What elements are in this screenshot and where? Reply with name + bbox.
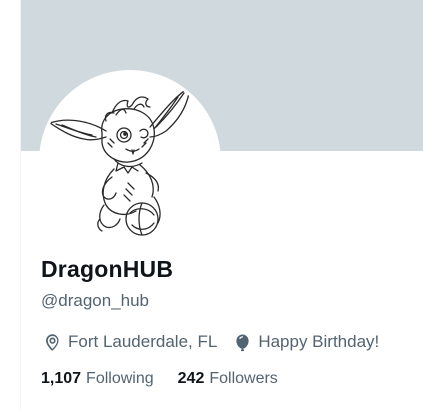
followers-count: 242 [177,370,205,387]
following-link[interactable]: 1,107 Following [41,370,154,388]
location-text: Fort Lauderdale, FL [68,332,218,351]
birthday-text: Happy Birthday! [258,332,380,351]
map-pin-icon [42,332,68,353]
profile-stats-row: 1,107 Following 242 Followers [41,370,278,388]
following-count: 1,107 [41,370,82,387]
dragon-sketch-avatar-image [49,86,191,236]
followers-label: Followers [209,370,278,387]
followers-link[interactable]: 242 Followers [178,370,278,388]
profile-handle: @dragon_hub [41,291,150,310]
balloon-icon [232,332,258,353]
profile-display-name: DragonHUB [41,256,174,282]
following-label: Following [86,370,154,387]
profile-birthday: Happy Birthday! [232,332,379,353]
profile-avatar[interactable] [42,73,218,249]
profile-meta-row: Fort Lauderdale, FL Happy Birthday! [42,330,379,354]
profile-location: Fort Lauderdale, FL [42,332,217,353]
